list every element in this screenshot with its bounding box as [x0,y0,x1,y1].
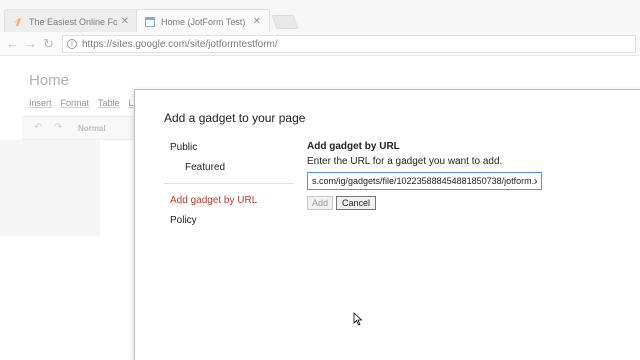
sidebar-divider [164,183,294,184]
gadget-url-input[interactable] [307,172,542,190]
sidebar-item-featured[interactable]: Featured [185,162,225,173]
add-gadget-dialog: Add a gadget to your page Public Feature… [134,89,640,360]
add-button[interactable]: Add [307,196,333,210]
cancel-button[interactable]: Cancel [336,196,376,210]
dialog-title: Add a gadget to your page [164,111,306,125]
sidebar-item-policy[interactable]: Policy [170,215,197,226]
section-description: Enter the URL for a gadget you want to a… [307,156,503,167]
section-heading: Add gadget by URL [307,141,400,152]
sidebar-item-public[interactable]: Public [170,142,197,153]
mouse-cursor-icon [353,312,363,326]
sidebar-item-add-by-url[interactable]: Add gadget by URL [170,195,257,206]
